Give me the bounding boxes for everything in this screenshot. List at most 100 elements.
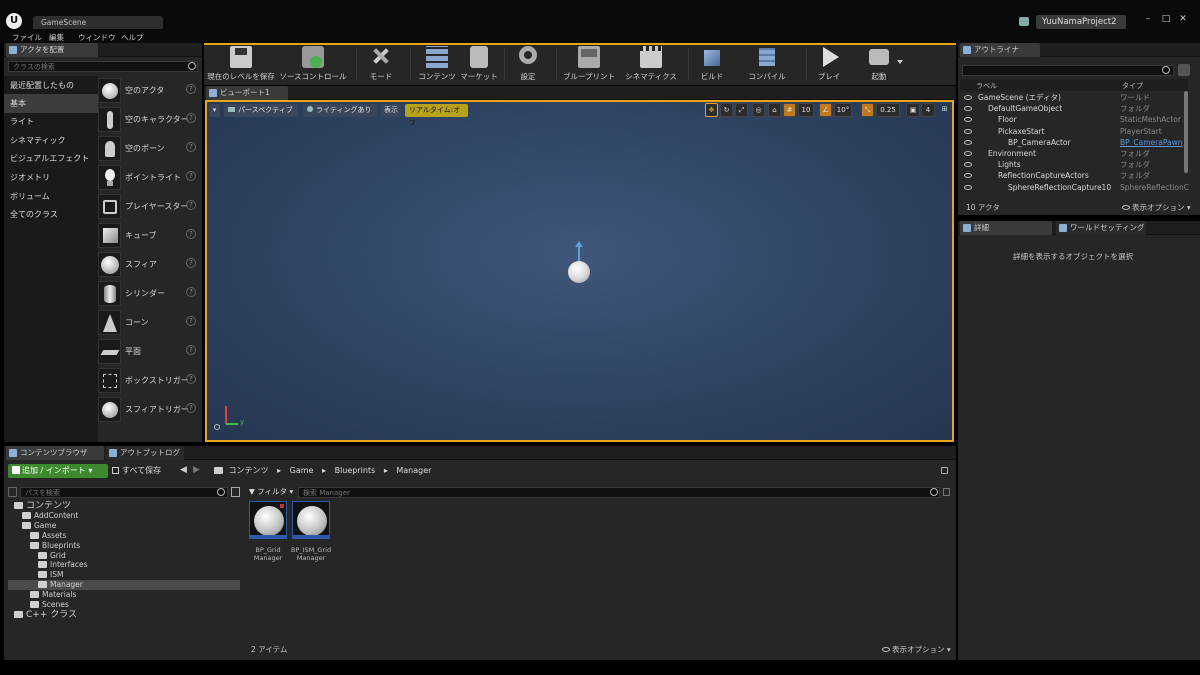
visibility-eye-icon[interactable] (964, 106, 972, 112)
transform-scale-icon[interactable]: ⤢ (735, 103, 748, 117)
help-icon[interactable]: ? (186, 287, 196, 297)
history-back-button[interactable]: ◀ (180, 465, 187, 475)
folder-tree-item[interactable]: Assets (8, 531, 240, 541)
launch-button[interactable]: 起動 (860, 44, 898, 84)
folder-tree-item[interactable]: C++ クラス (8, 610, 240, 620)
world-space-icon[interactable]: ◎ (752, 103, 765, 117)
source-control-button[interactable]: ソースコントロール (277, 44, 349, 84)
blueprints-button[interactable]: ブループリント (558, 44, 620, 84)
sources-expand-icon[interactable] (8, 487, 17, 497)
close-button[interactable]: ✕ (1176, 14, 1190, 26)
lighting-button[interactable]: ライティングあり (303, 104, 377, 117)
outliner-row[interactable]: Environment フォルダ (960, 148, 1188, 159)
outliner-row[interactable]: ReflectionCaptureActors フォルダ (960, 170, 1188, 181)
visibility-eye-icon[interactable] (964, 95, 972, 100)
asset-bp-grid-manager[interactable] (249, 501, 287, 539)
source-control-status-icon[interactable] (1019, 17, 1029, 26)
help-icon[interactable]: ? (186, 200, 196, 210)
help-icon[interactable]: ? (186, 374, 196, 384)
minimize-button[interactable]: – (1141, 14, 1155, 26)
transform-rotate-icon[interactable]: ↻ (720, 103, 733, 117)
help-icon[interactable]: ? (186, 345, 196, 355)
perspective-button[interactable]: パースペクティブ (224, 104, 298, 117)
content-browser-tab[interactable]: コンテンツブラウザ (6, 446, 104, 460)
outliner-search-input[interactable] (962, 65, 1174, 76)
actor-item-empty-actor[interactable]: 空のアクタ? (96, 76, 202, 105)
actor-item-empty-character[interactable]: 空のキャラクター? (96, 105, 202, 134)
visibility-eye-icon[interactable] (964, 184, 972, 190)
outliner-row[interactable]: Lights フォルダ (960, 159, 1188, 170)
outliner-row[interactable]: SphereReflectionCapture10 SphereReflectio… (960, 182, 1189, 193)
modes-button[interactable]: モード (360, 44, 402, 84)
actor-item-empty-pawn[interactable]: 空のポーン? (96, 134, 202, 163)
help-icon[interactable]: ? (186, 113, 196, 123)
show-button[interactable]: 表示 (381, 104, 401, 117)
folder-tree-item[interactable]: AddContent (8, 511, 240, 521)
save-level-button[interactable]: 現在のレベルを保存 (205, 44, 277, 84)
content-view-options[interactable]: 表示オプション ▾ (882, 644, 951, 655)
actor-item-plane[interactable]: 平面? (96, 337, 202, 366)
lock-icon[interactable] (941, 467, 948, 474)
folder-tree-item[interactable]: Interfaces (8, 560, 240, 570)
breadcrumb-manager[interactable]: Manager (396, 466, 431, 475)
folder-tree-item[interactable]: Manager (8, 580, 240, 591)
grid-snap-value[interactable]: 10 (798, 103, 814, 117)
outliner-row[interactable]: PickaxeStart PlayerStart (960, 126, 1188, 137)
folder-tree-item[interactable]: Grid (8, 551, 240, 561)
help-icon[interactable]: ? (186, 403, 196, 413)
visibility-eye-icon[interactable] (964, 128, 972, 134)
rotation-snap-icon[interactable]: ∠ (819, 103, 832, 117)
build-button[interactable]: ビルド (692, 44, 732, 84)
maximize-viewport-icon[interactable]: ⊞ (939, 103, 950, 117)
category-volumes[interactable]: ボリューム (4, 187, 98, 206)
details-tab[interactable]: 詳細 (960, 221, 1052, 235)
folder-tree-item[interactable]: Scenes (8, 600, 240, 610)
visibility-eye-icon[interactable] (964, 139, 972, 145)
category-recent[interactable]: 最近配置したもの (4, 76, 98, 95)
surface-snap-icon[interactable]: ⌂ (768, 103, 781, 117)
menu-help[interactable]: ヘルプ (121, 33, 144, 43)
actor-item-sphere[interactable]: スフィア? (96, 250, 202, 279)
settings-button[interactable]: 設定 (508, 44, 548, 84)
outliner-row[interactable]: GameScene (エディタ) ワールド (960, 92, 1188, 103)
breadcrumb-blueprints[interactable]: Blueprints (335, 466, 376, 475)
category-geometry[interactable]: ジオメトリ (4, 168, 98, 187)
transform-translate-icon[interactable]: ✥ (705, 103, 718, 117)
sphere-actor[interactable] (568, 261, 590, 283)
viewport-tab[interactable]: ビューポート1 (206, 86, 288, 100)
help-icon[interactable]: ? (186, 316, 196, 326)
content-button[interactable]: コンテンツ (416, 44, 458, 84)
history-forward-button[interactable]: ▶ (193, 465, 200, 475)
viewport-options-button[interactable]: ▾ (209, 104, 220, 117)
folder-tree-item[interactable]: Blueprints (8, 541, 240, 551)
folder-tree-item[interactable]: ISM (8, 570, 240, 580)
filter-button[interactable]: ▼ フィルタ ▾ (249, 486, 295, 498)
help-icon[interactable]: ? (186, 142, 196, 152)
category-lights[interactable]: ライト (4, 112, 98, 131)
actor-item-box-trigger[interactable]: ボックストリガー? (96, 366, 202, 395)
folder-tree-item[interactable]: コンテンツ (8, 501, 240, 511)
outliner-scrollbar[interactable] (1184, 91, 1188, 173)
launch-dropdown-arrow[interactable] (897, 60, 903, 64)
visibility-eye-icon[interactable] (964, 162, 972, 168)
asset-search-input[interactable]: 検索 Manager (298, 487, 940, 498)
actor-item-cone[interactable]: コーン? (96, 308, 202, 337)
folder-tree-item[interactable]: Game (8, 521, 240, 531)
column-label-header[interactable]: ラベル (976, 81, 997, 91)
gizmo-z-arrow[interactable] (575, 241, 583, 247)
camera-speed-value[interactable]: 4 (921, 103, 935, 117)
help-icon[interactable]: ? (186, 171, 196, 181)
outliner-row-type[interactable]: BP_CameraPawn (1120, 137, 1183, 148)
save-search-icon[interactable] (943, 488, 950, 496)
help-icon[interactable]: ? (186, 84, 196, 94)
actor-item-point-light[interactable]: ポイントライト? (96, 163, 202, 192)
category-cinematic[interactable]: シネマティック (4, 131, 98, 150)
category-basic[interactable]: 基本 (4, 94, 98, 113)
cinematics-button[interactable]: シネマティクス (622, 44, 680, 84)
menu-file[interactable]: ファイル (12, 33, 42, 43)
actor-item-player-start[interactable]: プレイヤースター? (96, 192, 202, 221)
actor-item-sphere-trigger[interactable]: スフィアトリガー? (96, 395, 202, 424)
visibility-eye-icon[interactable] (964, 173, 972, 179)
marketplace-button[interactable]: マーケット (458, 44, 500, 84)
camera-speed-icon[interactable]: ▣ (906, 103, 920, 117)
